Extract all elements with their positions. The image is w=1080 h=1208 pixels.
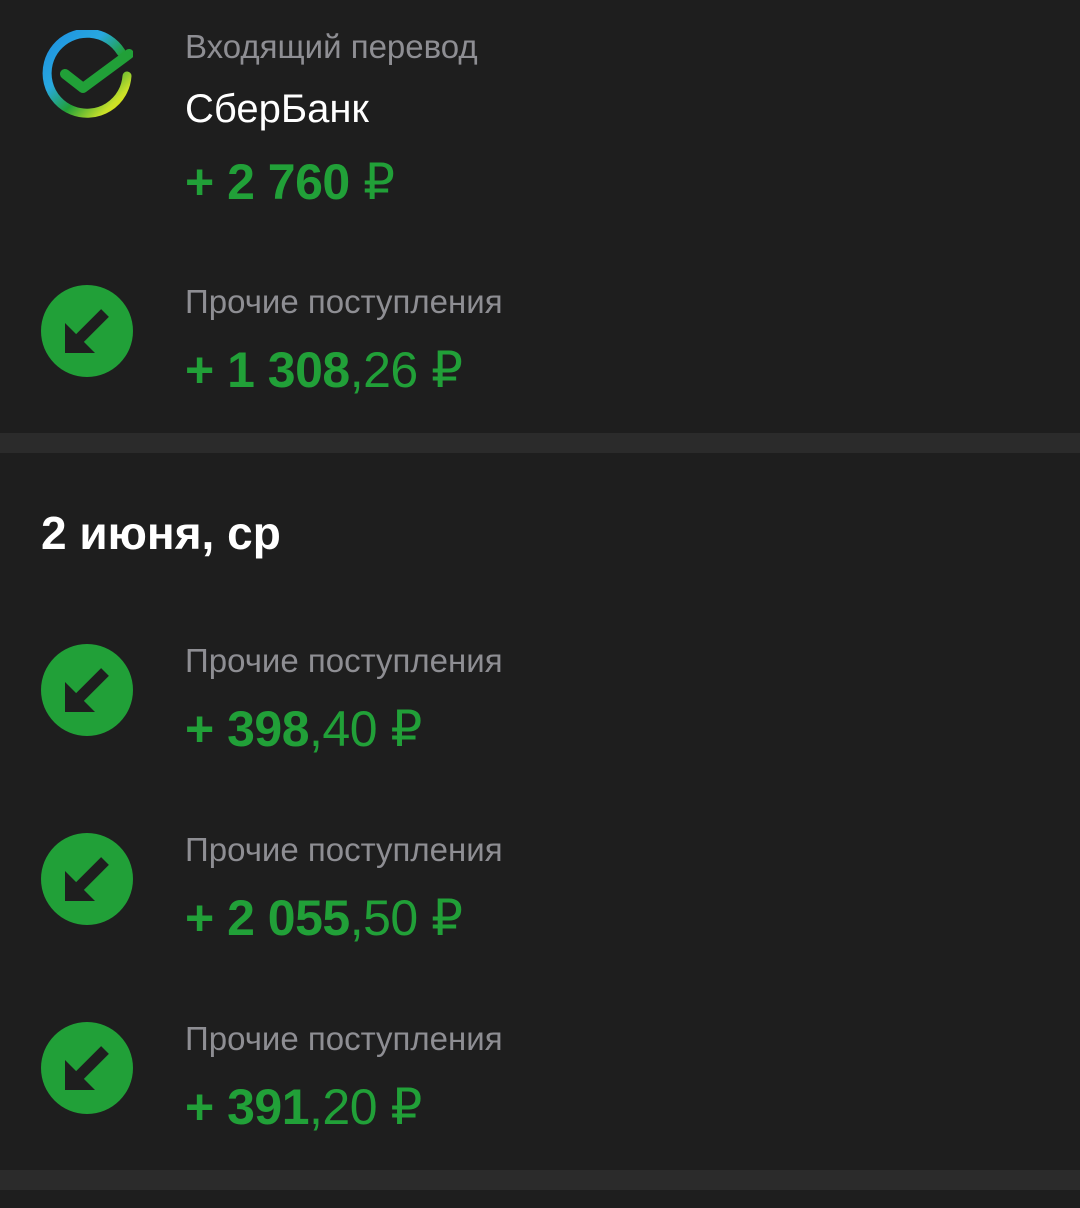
transaction-item-other-income[interactable]: Прочие поступления + 2 055,50 ₽ <box>0 813 1080 953</box>
amount-integer: + 398 <box>185 701 310 757</box>
group-separator <box>0 1170 1080 1190</box>
incoming-arrow-icon <box>41 833 133 925</box>
currency-symbol: ₽ <box>390 1079 422 1135</box>
amount-fraction: ,50 <box>349 890 419 946</box>
transaction-category: Входящий перевод <box>185 28 478 65</box>
currency-symbol: ₽ <box>431 890 463 946</box>
transaction-item-other-income[interactable]: Прочие поступления + 1 308,26 ₽ <box>0 265 1080 405</box>
transaction-counterparty: СберБанк <box>185 87 369 131</box>
incoming-arrow-icon <box>41 285 133 377</box>
transaction-item-sberbank-transfer[interactable]: Входящий перевод СберБанк + 2 760 ₽ <box>0 0 1080 240</box>
amount-integer: + 2 760 <box>185 154 350 210</box>
transaction-amount: + 2 760 ₽ <box>185 152 395 212</box>
transaction-amount: + 2 055,50 ₽ <box>185 888 463 948</box>
currency-symbol: ₽ <box>363 154 395 210</box>
sberbank-logo-icon <box>41 30 133 122</box>
amount-integer: + 391 <box>185 1079 310 1135</box>
incoming-arrow-icon <box>41 644 133 736</box>
transaction-group-next <box>0 1190 1080 1208</box>
amount-fraction: ,26 <box>349 342 419 398</box>
incoming-arrow-icon <box>41 1022 133 1114</box>
date-header: 2 июня, ср <box>41 507 281 559</box>
transaction-item-other-income[interactable]: Прочие поступления + 398,40 ₽ <box>0 624 1080 764</box>
currency-symbol: ₽ <box>431 342 463 398</box>
group-separator <box>0 433 1080 453</box>
transaction-category: Прочие поступления <box>185 1020 503 1057</box>
transaction-amount: + 398,40 ₽ <box>185 699 422 759</box>
amount-integer: + 1 308 <box>185 342 350 398</box>
transaction-category: Прочие поступления <box>185 283 503 320</box>
transaction-amount: + 391,20 ₽ <box>185 1077 422 1137</box>
transaction-category: Прочие поступления <box>185 642 503 679</box>
amount-fraction: ,40 <box>309 701 378 757</box>
transaction-category: Прочие поступления <box>185 831 503 868</box>
currency-symbol: ₽ <box>390 701 422 757</box>
transaction-item-other-income[interactable]: Прочие поступления + 391,20 ₽ <box>0 1002 1080 1142</box>
amount-fraction: ,20 <box>309 1079 378 1135</box>
amount-integer: + 2 055 <box>185 890 350 946</box>
transactions-history: Входящий перевод СберБанк + 2 760 ₽ Проч… <box>0 0 1080 1208</box>
transaction-group-previous: Входящий перевод СберБанк + 2 760 ₽ Проч… <box>0 0 1080 433</box>
transaction-amount: + 1 308,26 ₽ <box>185 340 463 400</box>
